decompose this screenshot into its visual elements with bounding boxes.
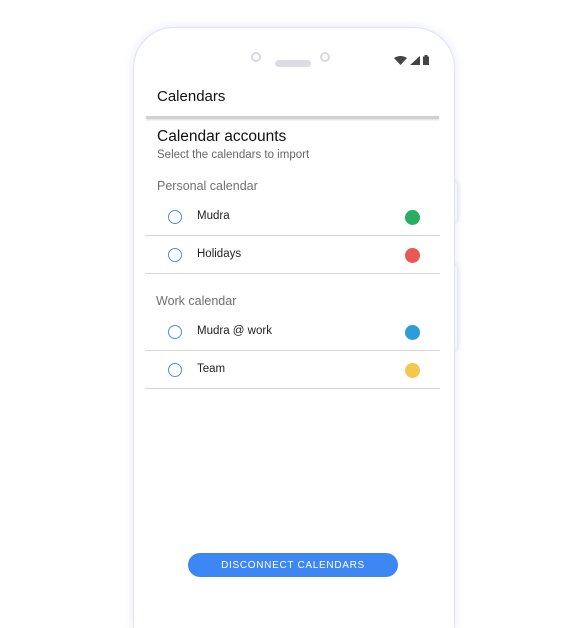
row-divider (145, 235, 440, 236)
status-bar (394, 55, 429, 65)
calendar-color-dot (405, 210, 420, 225)
cellular-signal-icon (410, 56, 420, 65)
calendar-item-label: Mudra (197, 210, 230, 222)
group-label-work: Work calendar (156, 294, 237, 308)
calendar-item-label: Team (197, 363, 226, 375)
calendar-color-dot (405, 248, 420, 263)
section-title: Calendar accounts (157, 128, 287, 145)
battery-icon (423, 55, 429, 65)
calendar-item-team[interactable]: Team (145, 352, 440, 389)
calendar-item-mudra-work[interactable]: Mudra @ work (145, 314, 440, 351)
wifi-icon (394, 56, 407, 65)
row-divider (145, 388, 440, 389)
calendar-item-label: Mudra @ work (197, 325, 272, 337)
calendar-item-holidays[interactable]: Holidays (145, 237, 440, 274)
phone-frame: Calendars Calendar accounts Select the c… (134, 28, 454, 628)
speaker-grille (275, 60, 311, 67)
calendar-color-dot (405, 325, 420, 340)
section-subtitle: Select the calendars to import (157, 149, 310, 161)
radio-button[interactable] (168, 363, 182, 377)
calendar-color-dot (405, 363, 420, 378)
radio-button[interactable] (168, 248, 182, 262)
row-divider (145, 350, 440, 351)
calendar-item-label: Holidays (197, 248, 242, 260)
header-divider (146, 116, 439, 119)
page-title: Calendars (157, 88, 226, 105)
calendar-item-mudra[interactable]: Mudra (145, 199, 440, 236)
sensor-icon (320, 52, 330, 62)
radio-button[interactable] (168, 210, 182, 224)
row-divider (145, 273, 440, 274)
disconnect-calendars-button[interactable]: DISCONNECT CALENDARS (188, 553, 398, 577)
group-label-personal: Personal calendar (157, 179, 258, 193)
radio-button[interactable] (168, 325, 182, 339)
front-camera-icon (251, 52, 261, 62)
